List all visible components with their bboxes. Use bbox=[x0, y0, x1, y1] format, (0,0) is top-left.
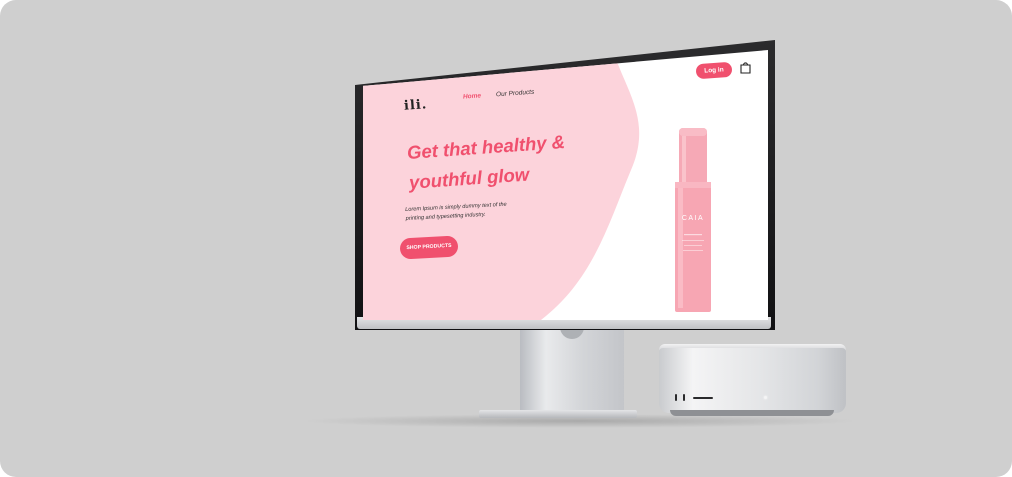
power-indicator-light bbox=[764, 396, 767, 399]
usb-c-port bbox=[683, 394, 685, 401]
mac-studio bbox=[659, 348, 846, 413]
mac-studio-base bbox=[670, 410, 834, 416]
login-button[interactable]: Log in bbox=[695, 61, 733, 80]
site-logo[interactable]: ili. bbox=[404, 97, 428, 114]
sd-card-slot bbox=[693, 397, 713, 399]
usb-c-port bbox=[675, 394, 677, 401]
product-bottle-image: CAIA bbox=[675, 128, 711, 312]
nav-link-home[interactable]: Home bbox=[463, 92, 482, 100]
shop-products-button[interactable]: SHOP PRODUCTS bbox=[399, 235, 459, 260]
monitor-stand-foot bbox=[479, 410, 637, 418]
product-brand-label: CAIA bbox=[682, 215, 704, 222]
mockup-canvas: ili. Home Our Products Log in Get that h… bbox=[0, 0, 1012, 477]
monitor-screen: ili. Home Our Products Log in Get that h… bbox=[363, 50, 768, 320]
shopping-bag-icon[interactable] bbox=[740, 61, 751, 74]
